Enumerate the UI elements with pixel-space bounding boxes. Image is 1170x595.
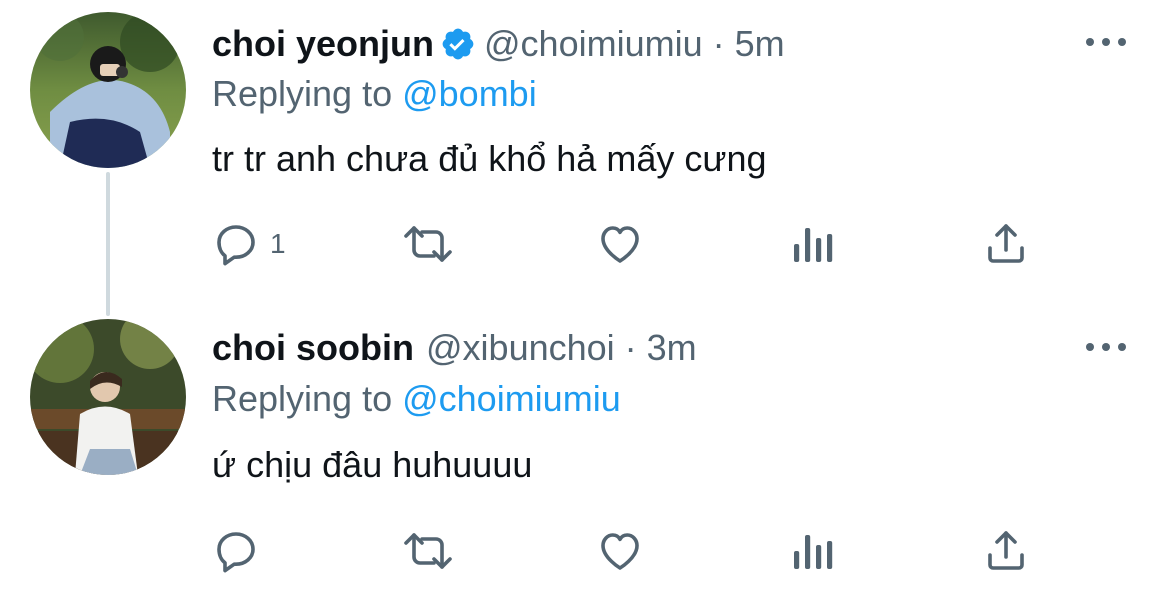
like-icon [596, 220, 644, 268]
more-options-icon[interactable] [1086, 32, 1126, 52]
replying-to: Replying to @bombi [212, 72, 537, 116]
display-name[interactable]: choi soobin [212, 327, 414, 368]
tweet-header: choi soobin @xibunchoi · 3m [212, 326, 697, 370]
retweet-button[interactable] [400, 521, 456, 581]
views-button[interactable] [790, 214, 834, 274]
reply-icon [212, 220, 260, 268]
user-handle[interactable]: @choimiumiu [484, 23, 703, 64]
mention-link[interactable]: @choimiumiu [402, 378, 621, 419]
retweet-button[interactable] [400, 214, 456, 274]
replying-to-label: Replying to [212, 73, 403, 114]
separator-dot: · [712, 23, 725, 64]
more-options-icon[interactable] [1086, 337, 1126, 357]
share-button[interactable] [982, 521, 1030, 581]
reply-button[interactable]: 1 [212, 214, 286, 274]
views-icon [790, 527, 834, 575]
display-name[interactable]: choi yeonjun [212, 23, 434, 64]
avatar[interactable] [30, 319, 186, 475]
reply-icon [212, 527, 260, 575]
tweet[interactable]: choi soobin @xibunchoi · 3m Replying to @ch… [0, 300, 1170, 595]
verified-badge-icon [440, 26, 476, 72]
replying-to: Replying to @choimiumiu [212, 377, 621, 421]
action-bar: 1 [0, 214, 1170, 274]
timestamp[interactable]: 5m [735, 23, 785, 64]
separator-dot: · [624, 327, 637, 368]
retweet-icon [400, 220, 456, 268]
retweet-icon [400, 527, 456, 575]
user-handle[interactable]: @xibunchoi [426, 327, 615, 368]
reply-count: 1 [270, 228, 286, 259]
views-button[interactable] [790, 521, 834, 581]
like-button[interactable] [596, 521, 644, 581]
action-bar [0, 521, 1170, 581]
tweet-header: choi yeonjun @choimiumiu · 5m [212, 22, 785, 72]
tweet-text: ứ chịu đâu huhuuuu [212, 444, 533, 485]
timestamp[interactable]: 3m [647, 327, 697, 368]
mention-link[interactable]: @bombi [402, 73, 537, 114]
share-icon [982, 220, 1030, 268]
reply-button[interactable] [212, 521, 270, 581]
tweet[interactable]: choi yeonjun @choimiumiu · 5m Replying to @… [0, 0, 1170, 300]
avatar[interactable] [30, 12, 186, 168]
views-icon [790, 220, 834, 268]
like-icon [596, 527, 644, 575]
share-button[interactable] [982, 214, 1030, 274]
like-button[interactable] [596, 214, 644, 274]
share-icon [982, 527, 1030, 575]
tweet-text: tr tr anh chưa đủ khổ hả mấy cưng [212, 138, 767, 179]
replying-to-label: Replying to [212, 378, 403, 419]
